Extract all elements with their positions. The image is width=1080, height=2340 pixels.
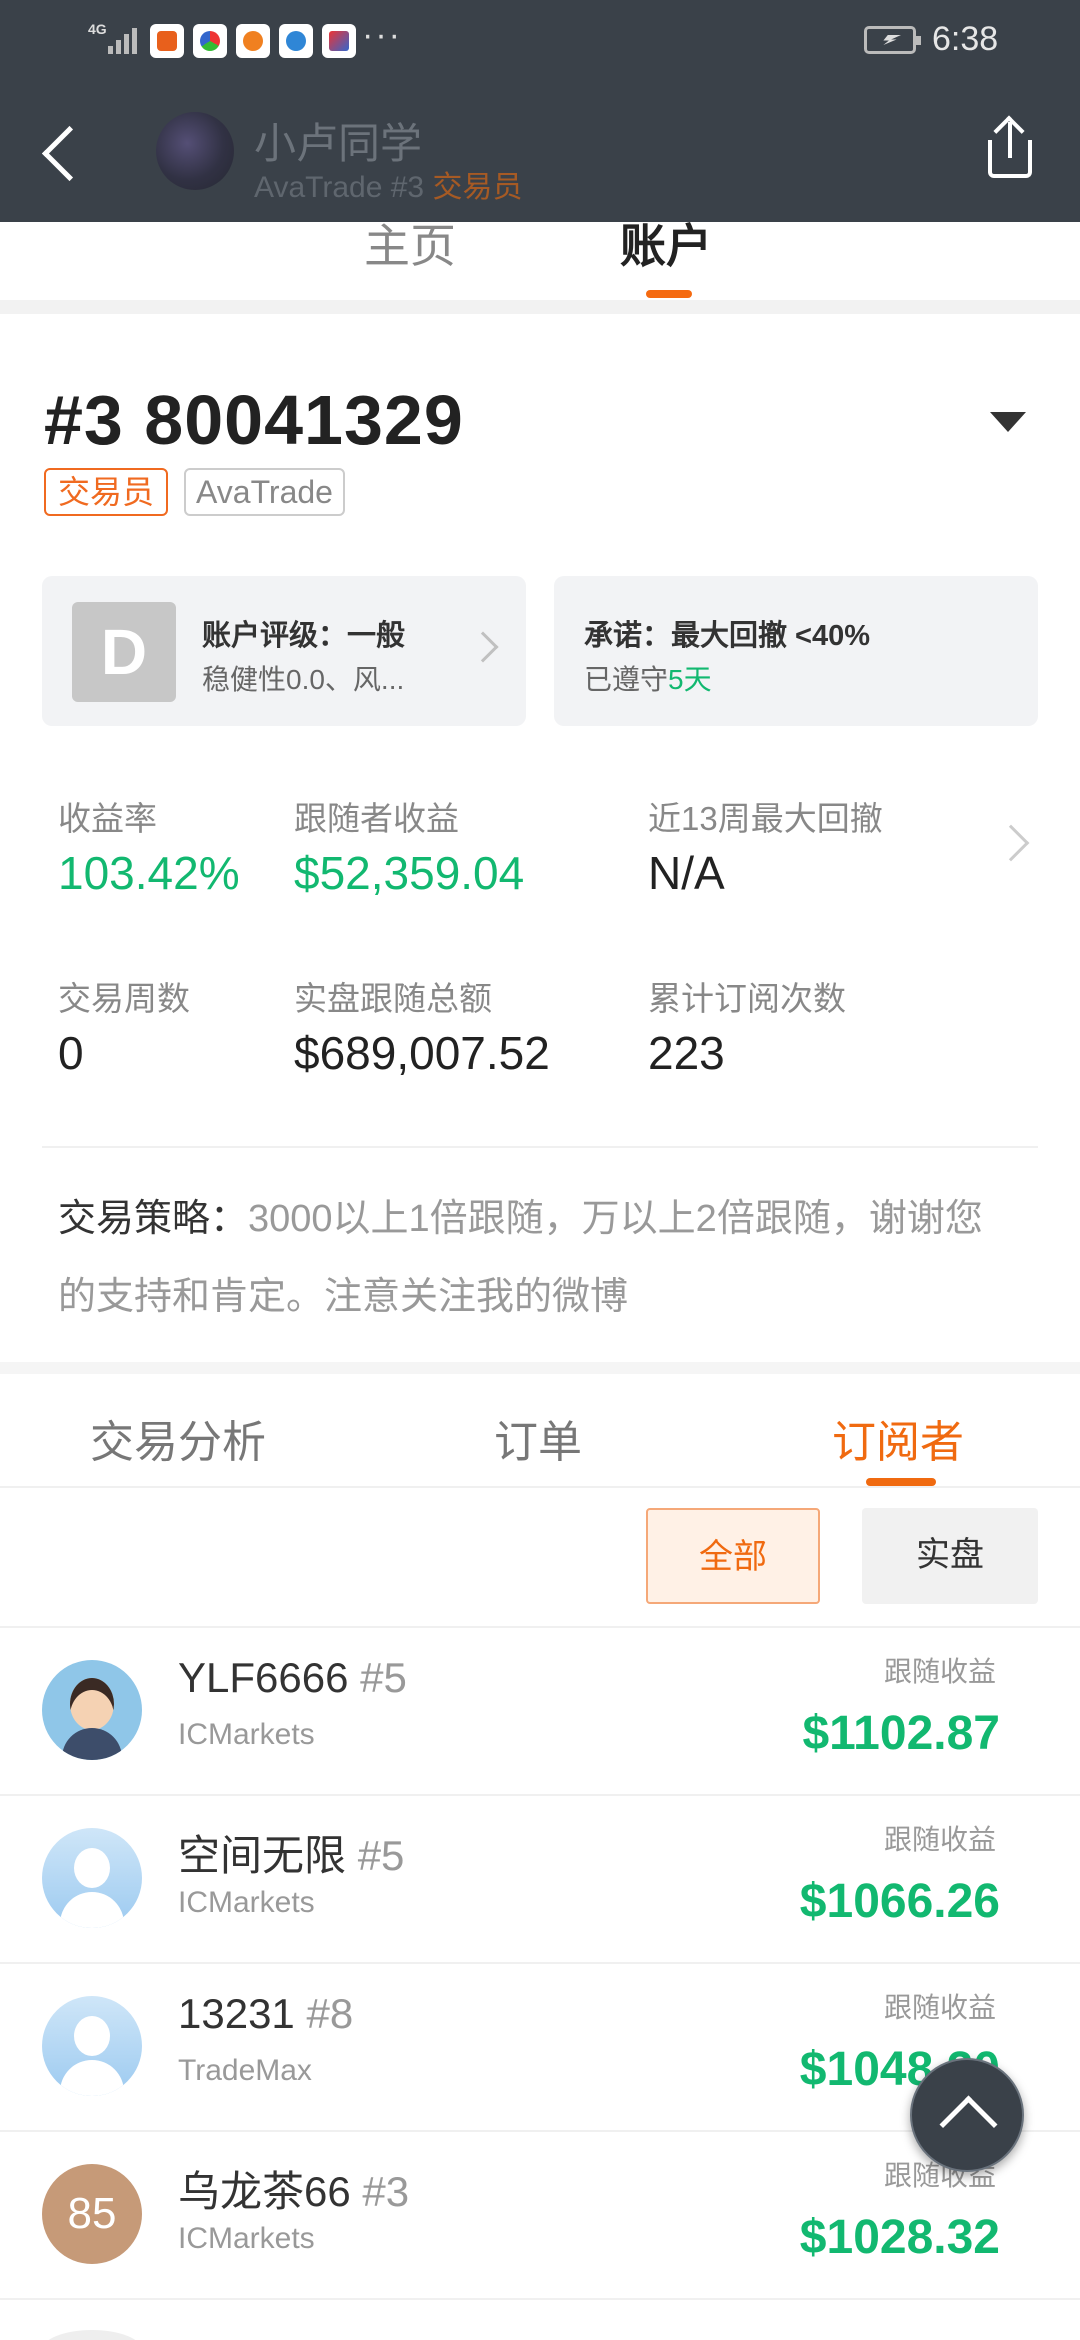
subs-value: 223	[648, 1027, 725, 1079]
strategy-text: 交易策略：3000以上1倍跟随，万以上2倍跟随，谢谢您的支持和肯定。注意关注我的…	[58, 1180, 1018, 1336]
profit-amount: $1066.26	[799, 1875, 1000, 1928]
app-notification-icon	[150, 24, 184, 58]
weeks-value: 0	[58, 1027, 84, 1079]
promise-title: 承诺：最大回撤 <40%	[584, 620, 871, 652]
signal-icon: 4G	[88, 22, 148, 56]
name-text: 空间无限	[178, 1832, 347, 1879]
avatar	[42, 1996, 142, 2096]
promise-status: 已遵守5天	[584, 658, 712, 698]
avatar: 85	[42, 2164, 142, 2264]
subscriber-name: YLF6666 #5	[178, 1654, 407, 1702]
follow-total-label: 实盘跟随总额	[294, 980, 492, 1017]
rating-desc: 稳健性0.0、风...	[202, 664, 405, 695]
tab-home[interactable]: 主页	[364, 210, 456, 276]
filter-all-button[interactable]: 全部	[646, 1508, 820, 1604]
app-notification-icon	[236, 24, 270, 58]
subscriber-broker: ICMarkets	[178, 2222, 315, 2255]
rank-text: #5	[360, 1654, 407, 1701]
name-text: 乌龙茶66	[178, 2168, 351, 2215]
weeks-label: 交易周数	[58, 980, 190, 1017]
account-dropdown-icon[interactable]	[990, 412, 1026, 432]
chevron-right-icon	[467, 631, 499, 663]
trader-role: 交易员	[432, 171, 523, 204]
profit-label: 跟随收益	[883, 1992, 996, 2023]
profit-label: 跟随收益	[883, 1824, 996, 1855]
profit-label: 跟随收益	[883, 1656, 996, 1687]
tab-account[interactable]: 账户	[620, 210, 712, 276]
scroll-to-top-button[interactable]	[910, 2058, 1024, 2172]
subscriber-broker: ICMarkets	[178, 1886, 315, 1919]
subscriber-name: 空间无限 #5	[178, 1822, 404, 1883]
divider	[42, 1146, 1038, 1148]
trader-avatar	[156, 112, 234, 190]
subscriber-broker: TradeMax	[178, 2054, 312, 2087]
subscriber-row[interactable]: YLF6666 #5 ICMarkets 跟随收益 $1102.87	[0, 1628, 1080, 1796]
follower-profit-label: 跟随者收益	[294, 800, 459, 837]
app-notification-icon	[193, 24, 227, 58]
broker-line: AvaTrade #3	[254, 171, 425, 204]
rating-card[interactable]: D 账户评级：一般 稳健性0.0、风...	[42, 576, 526, 726]
drawdown-label: 近13周最大回撤	[648, 800, 883, 837]
rank-text: #8	[306, 1990, 354, 2037]
subscriber-row[interactable]: 85 乌龙茶66 #3 ICMarkets 跟随收益 $1028.32	[0, 2132, 1080, 2300]
promise-days: 5天	[668, 664, 712, 695]
tab-subscribers[interactable]: 订阅者	[832, 1406, 964, 1470]
profit-amount: $1028.32	[799, 2211, 1000, 2264]
app-notification-icon	[322, 24, 356, 58]
subscriber-name: 乌龙茶66 #3	[178, 2158, 409, 2219]
tab-trade-analysis[interactable]: 交易分析	[90, 1406, 266, 1470]
status-time: 6:38	[932, 20, 999, 58]
section-gap	[0, 1362, 1080, 1374]
drawdown-value: N/A	[648, 847, 725, 899]
avatar	[42, 1660, 142, 1760]
subscriber-row[interactable]: 空间无限 #5 ICMarkets 跟随收益 $1066.26	[0, 1796, 1080, 1964]
name-text: 13231	[178, 1990, 295, 2037]
follower-profit-value: $52,359.04	[294, 847, 525, 899]
section-gap	[0, 300, 1080, 314]
more-notifications-icon: ···	[362, 16, 402, 54]
rank-text: #5	[357, 1832, 405, 1879]
divider	[0, 1486, 1080, 1488]
promise-prefix: 已遵守	[584, 664, 669, 695]
grade-badge: D	[72, 602, 176, 702]
rating-title: 账户评级：一般	[202, 620, 406, 652]
filter-live-button[interactable]: 实盘	[862, 1508, 1038, 1604]
chevron-right-icon[interactable]	[992, 824, 1030, 862]
notification-icons	[150, 24, 356, 58]
main-tabs: 主页 账户	[0, 220, 1080, 300]
rank-text: #3	[362, 2168, 410, 2215]
tab-indicator	[866, 1478, 936, 1486]
tab-orders[interactable]: 订单	[494, 1406, 582, 1470]
follow-total-value: $689,007.52	[294, 1027, 550, 1079]
subscriber-name: 13231 #8	[178, 1990, 353, 2038]
avatar	[42, 2330, 142, 2340]
account-number: #3 80041329	[44, 381, 464, 459]
return-label: 收益率	[58, 800, 157, 837]
app-header: 4G ··· 6:38 小卢同学 AvaTrade #3 交易员	[0, 0, 1080, 222]
broker-tag: AvaTrade	[184, 468, 345, 516]
app-notification-icon	[279, 24, 313, 58]
profit-amount: $1102.87	[802, 1707, 1000, 1760]
trader-subtitle: AvaTrade #3 交易员	[254, 162, 522, 206]
return-value: 103.42%	[58, 847, 240, 899]
name-text: YLF6666	[178, 1654, 349, 1701]
back-button[interactable]	[30, 112, 90, 192]
status-bar: 4G ··· 6:38	[0, 0, 1080, 80]
battery-charging-icon	[864, 26, 921, 54]
promise-card: 承诺：最大回撤 <40% 已遵守5天	[554, 576, 1038, 726]
subs-label: 累计订阅次数	[648, 980, 846, 1017]
role-tag: 交易员	[44, 468, 169, 516]
strategy-key: 交易策略：	[58, 1198, 249, 1240]
share-button[interactable]	[980, 115, 1040, 188]
subscriber-broker: ICMarkets	[178, 1718, 315, 1751]
tab-indicator	[646, 290, 692, 298]
avatar	[42, 1828, 142, 1928]
